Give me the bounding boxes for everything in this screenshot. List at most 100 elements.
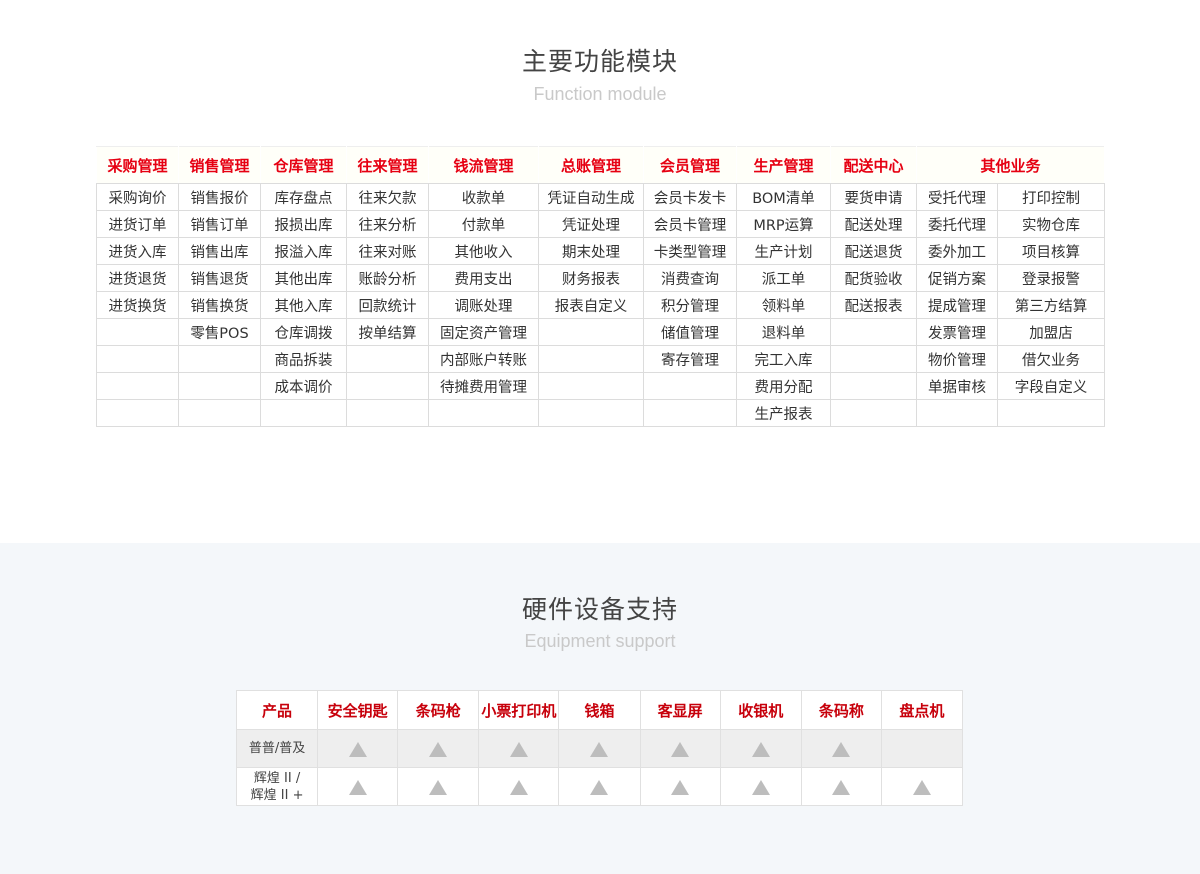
module-cell [538, 372, 644, 400]
table-row: 采购询价 销售报价 库存盘点 往来欠款 收款单 凭证自动生成 会员卡发卡 BOM清单 要货申请受… [96, 183, 1106, 211]
module-cell: 进货退货 [96, 264, 179, 292]
module-cell: 销售退货 [178, 264, 261, 292]
triangle-icon [912, 780, 931, 795]
module-cell: 销售报价 [178, 183, 261, 211]
module-cell: BOM清单 [736, 183, 831, 211]
module-cell [96, 372, 179, 400]
modules-title: 主要功能模块 [521, 47, 678, 76]
module-cell: 寄存管理 [643, 345, 737, 373]
table-row: 商品拆装 内部账户转账 寄存管理 完工入库 物价管理 借欠业务 [96, 345, 1106, 373]
module-cell: 消费查询 [643, 264, 737, 292]
table-row: 普普/普及 [235, 729, 964, 768]
module-cell: 配货验收 [830, 264, 917, 292]
support-cell [317, 767, 399, 806]
module-cell [538, 318, 644, 346]
module-header: 总账管理 [538, 146, 644, 184]
support-cell [719, 729, 802, 768]
module-cell [346, 345, 429, 373]
equipment-header: 条码称 [800, 690, 882, 730]
module-cell: 往来对账 [346, 237, 429, 265]
module-cell [178, 345, 261, 373]
module-cell: 退料单 [736, 318, 831, 346]
support-cell [639, 767, 721, 806]
module-cell: 费用支出 [428, 264, 539, 292]
equipment-subtitle: Equipment support [524, 631, 676, 651]
support-cell [719, 767, 802, 806]
module-cell: 收款单 [428, 183, 539, 211]
module-cell: 单据审核 [916, 372, 998, 400]
module-cell [260, 399, 347, 427]
support-cell [880, 729, 964, 768]
module-cell: 报表自定义 [538, 291, 644, 319]
support-cell [478, 729, 560, 768]
triangle-icon [429, 742, 448, 757]
equipment-title: 硬件设备支持 [521, 595, 678, 624]
module-cell [178, 399, 261, 427]
module-header: 其他业务 [915, 146, 1106, 184]
triangle-icon [348, 780, 367, 795]
module-cell: 其他入库 [260, 291, 347, 319]
module-cell: 内部账户转账 [428, 345, 539, 373]
module-cell: 往来欠款 [346, 183, 429, 211]
triangle-icon [590, 780, 609, 795]
module-header: 配送中心 [830, 146, 917, 184]
module-cell: 商品拆装 [260, 345, 347, 373]
module-cell: 销售出库 [178, 237, 261, 265]
module-cell: 报损出库 [260, 210, 347, 238]
module-cell: 回款统计 [346, 291, 429, 319]
module-cell: 打印控制 [996, 183, 1106, 211]
module-cell [830, 318, 917, 346]
function-module-header-row: 采购管理 销售管理 仓库管理 往来管理 钱流管理 总账管理 会员管理 生产管理 配送中心 其他业务 [96, 146, 1106, 184]
triangle-icon [590, 742, 609, 757]
module-cell: 其他出库 [260, 264, 347, 292]
table-row: 进货入库 销售出库 报溢入库 往来对账 其他收入 期末处理 卡类型管理 生产计划 配送退货 委外加… [96, 237, 1106, 265]
module-cell: 销售订单 [178, 210, 261, 238]
module-cell: 固定资产管理 [428, 318, 539, 346]
module-cell: 领料单 [736, 291, 831, 319]
equipment-header: 客显屏 [639, 690, 721, 730]
module-header: 采购管理 [96, 146, 179, 184]
support-cell [880, 767, 964, 806]
module-cell [428, 399, 539, 427]
module-cell: 配送报表 [830, 291, 917, 319]
module-header: 钱流管理 [428, 146, 539, 184]
module-cell [96, 318, 179, 346]
module-header: 往来管理 [346, 146, 429, 184]
module-cell: 账龄分析 [346, 264, 429, 292]
equipment-header: 钱箱 [558, 690, 641, 730]
module-cell: 往来分析 [346, 210, 429, 238]
module-cell: 登录报警 [996, 264, 1106, 292]
module-cell: 付款单 [428, 210, 539, 238]
module-cell [346, 372, 429, 400]
product-name: 普普/普及 [248, 741, 306, 756]
module-cell [996, 399, 1106, 427]
function-module-table: 采购管理 销售管理 仓库管理 往来管理 钱流管理 总账管理 会员管理 生产管理 配送中心 其他业务… [96, 146, 1106, 427]
module-cell [643, 372, 737, 400]
module-cell [96, 399, 179, 427]
module-cell: 储值管理 [643, 318, 737, 346]
module-header: 会员管理 [643, 146, 737, 184]
module-cell: 其他收入 [428, 237, 539, 265]
module-cell: 财务报表 [538, 264, 644, 292]
module-cell: 委托代理 [916, 210, 998, 238]
table-row: 成本调价 待摊费用管理 费用分配 单据审核 字段自定义 [96, 372, 1106, 400]
module-cell: 物价管理 [916, 345, 998, 373]
module-cell: MRP运算 [736, 210, 831, 238]
triangle-icon [751, 780, 770, 795]
support-cell [800, 767, 882, 806]
module-cell: 配送退货 [830, 237, 917, 265]
triangle-icon [509, 780, 528, 795]
module-cell: 会员卡管理 [643, 210, 737, 238]
equipment-header: 盘点机 [880, 690, 964, 730]
table-row: 进货订单 销售订单 报损出库 往来分析 付款单 凭证处理 会员卡管理 MRP运算 配送处理 委托代… [96, 210, 1106, 238]
module-header: 仓库管理 [260, 146, 347, 184]
module-cell: 借欠业务 [996, 345, 1106, 373]
product-name-line1: 辉煌 II / [253, 770, 301, 786]
support-cell [639, 729, 721, 768]
module-cell [178, 372, 261, 400]
module-cell: 派工单 [736, 264, 831, 292]
module-header: 销售管理 [178, 146, 261, 184]
equipment-header: 条码枪 [397, 690, 480, 730]
module-cell: 促销方案 [916, 264, 998, 292]
module-cell: 完工入库 [736, 345, 831, 373]
